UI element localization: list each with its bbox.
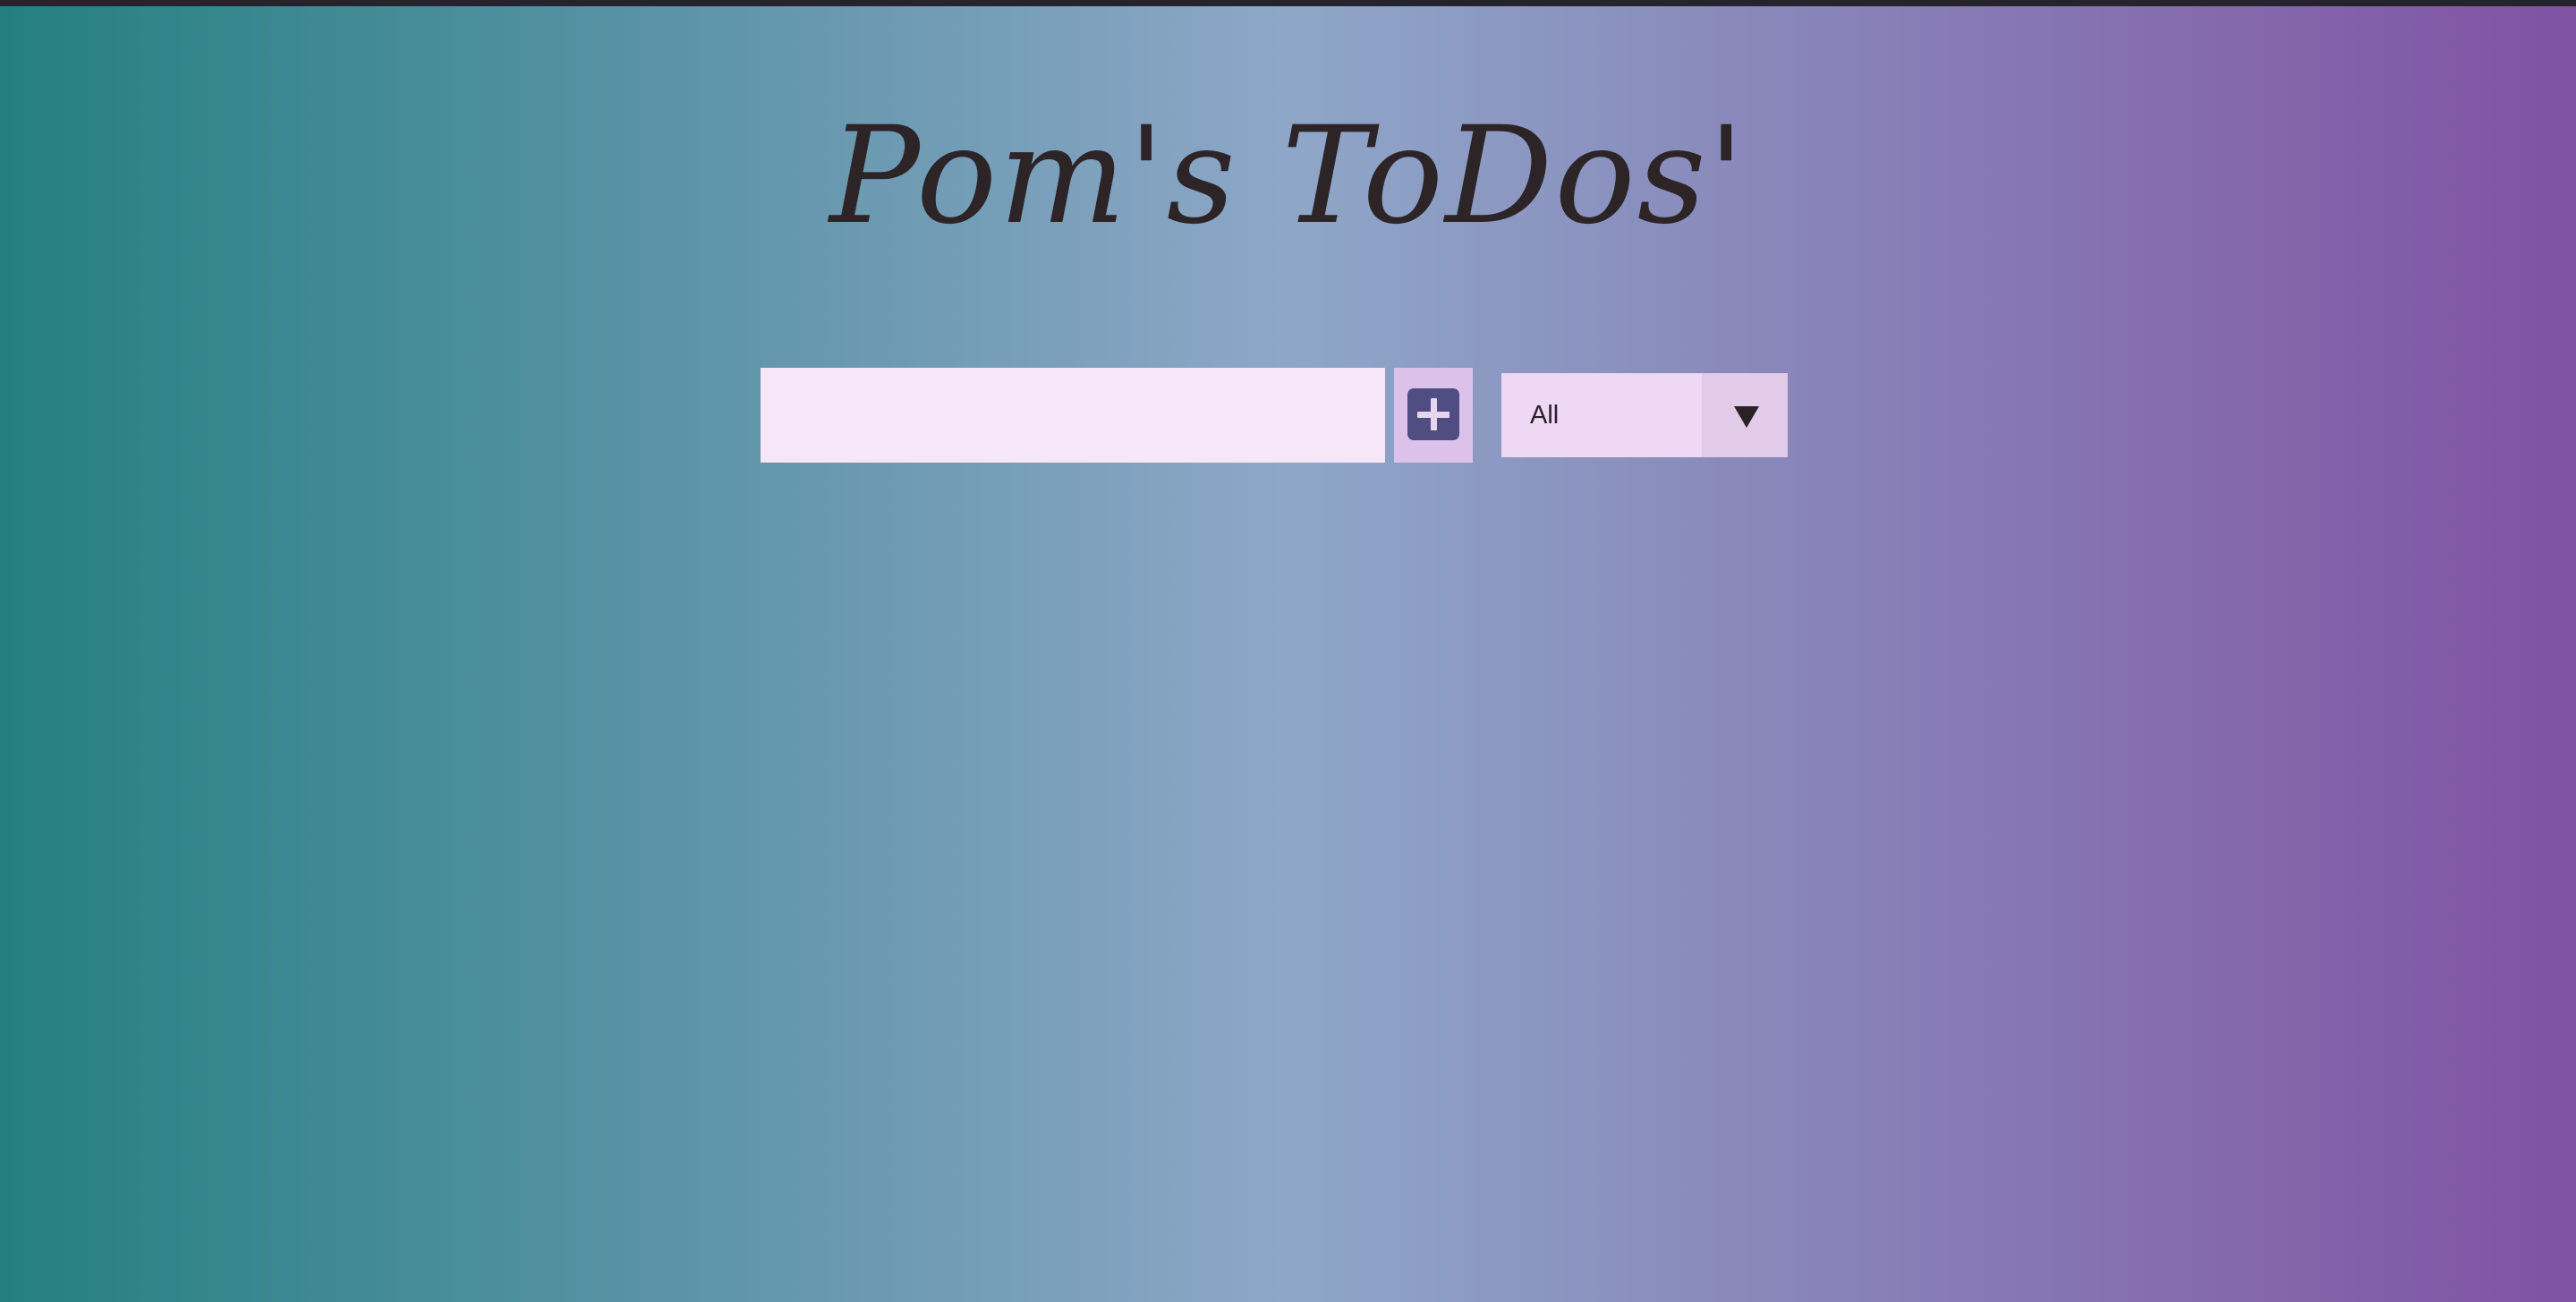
filter-dropdown-button[interactable] [1702, 373, 1788, 457]
top-border [0, 0, 2576, 6]
plus-square-icon [1407, 388, 1459, 440]
page-title: Pom's ToDos' [829, 98, 1747, 254]
add-todo-button[interactable] [1394, 368, 1473, 463]
caret-down-icon [1734, 406, 1759, 428]
filter-select[interactable]: All [1501, 373, 1788, 457]
filter-selected-value: All [1501, 373, 1702, 457]
todo-input[interactable] [761, 368, 1385, 463]
